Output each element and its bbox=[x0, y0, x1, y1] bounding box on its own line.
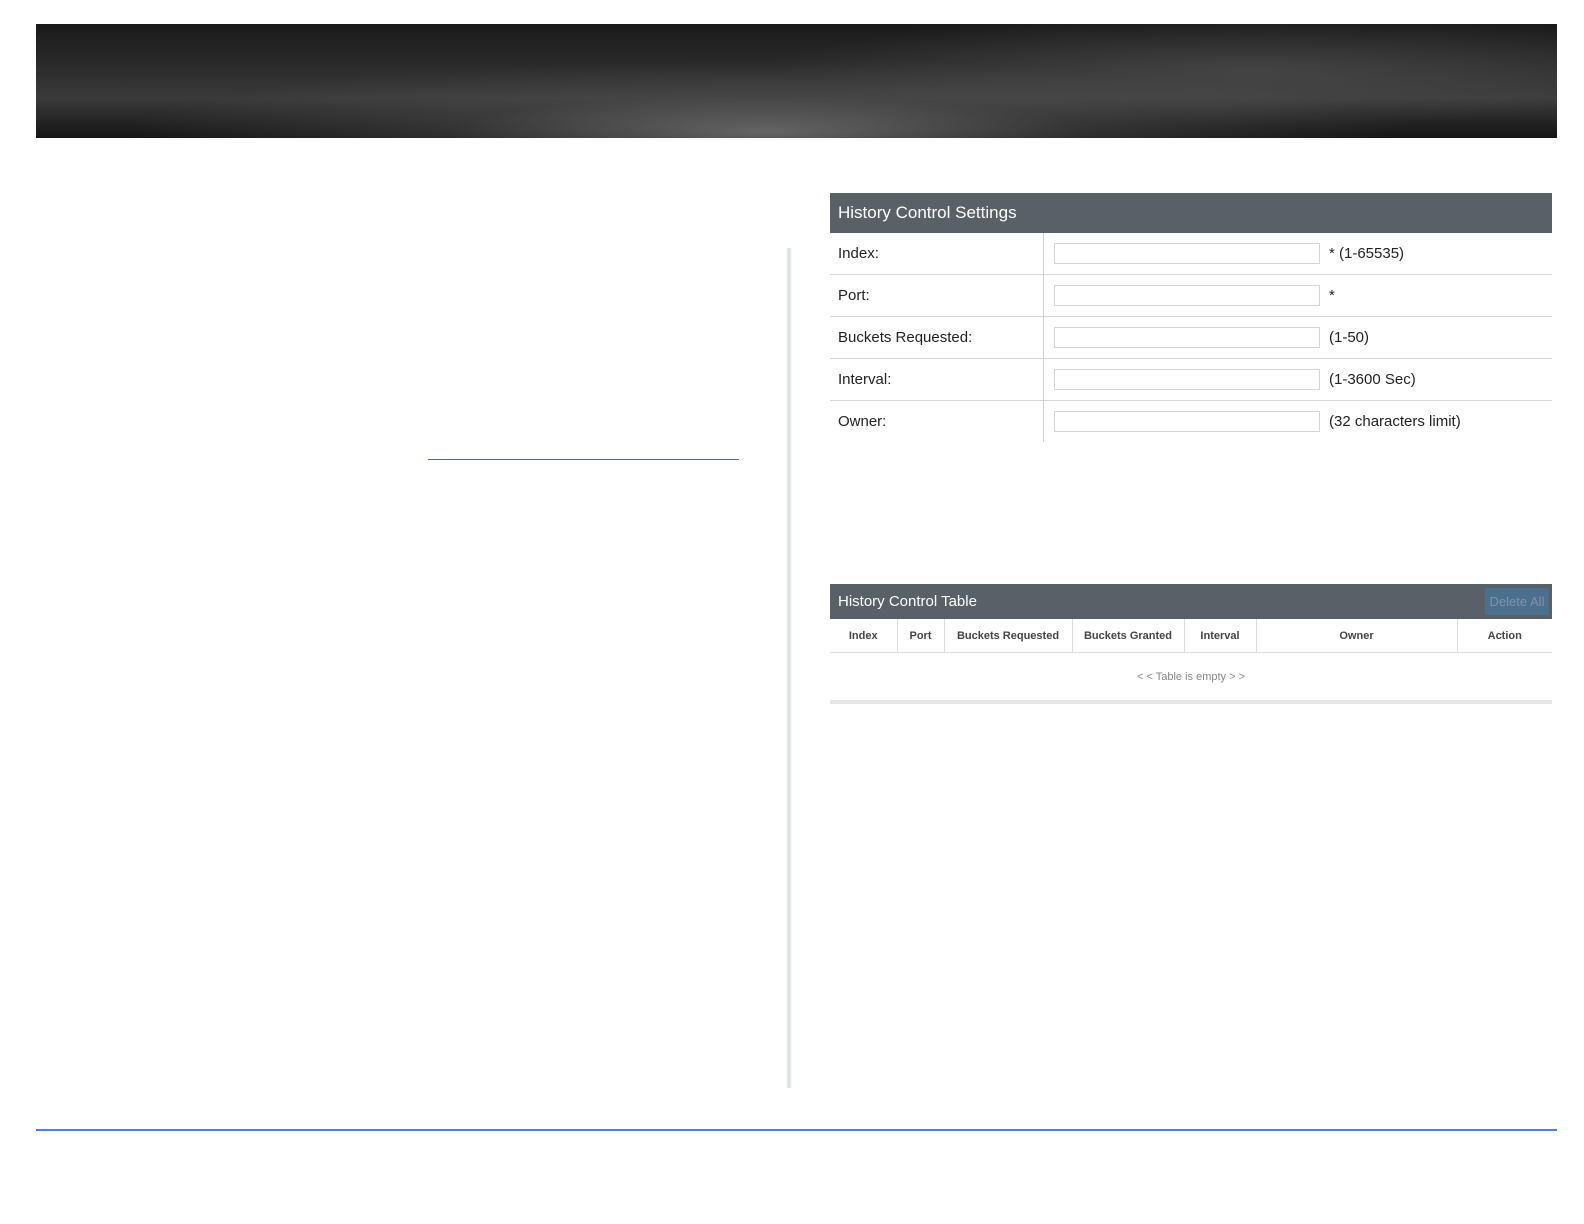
port-input[interactable] bbox=[1054, 285, 1320, 306]
index-hint: * (1-65535) bbox=[1329, 245, 1405, 262]
buckets-requested-label: Buckets Requested: bbox=[830, 317, 1044, 358]
port-row: Port: * bbox=[830, 275, 1552, 317]
history-control-settings-panel: History Control Settings Index: * (1-655… bbox=[830, 193, 1552, 442]
table-empty-message: < < Table is empty > > bbox=[830, 652, 1552, 704]
port-hint: * bbox=[1329, 287, 1335, 304]
delete-all-button[interactable]: Delete All bbox=[1485, 588, 1549, 615]
column-header-interval[interactable]: Interval bbox=[1184, 619, 1257, 653]
header-banner bbox=[36, 24, 1557, 138]
table-row: < < Table is empty > > bbox=[830, 652, 1552, 704]
history-control-table: Index Port Buckets Requested Buckets Gra… bbox=[830, 619, 1552, 704]
interval-row: Interval: (1-3600 Sec) bbox=[830, 359, 1552, 401]
link-underline[interactable] bbox=[428, 459, 739, 460]
column-header-buckets-requested[interactable]: Buckets Requested bbox=[944, 619, 1073, 653]
owner-label: Owner: bbox=[830, 401, 1044, 442]
index-label: Index: bbox=[830, 233, 1044, 274]
buckets-requested-input[interactable] bbox=[1054, 327, 1320, 348]
owner-hint: (32 characters limit) bbox=[1329, 413, 1461, 430]
owner-input[interactable] bbox=[1054, 411, 1320, 432]
table-header-row: Index Port Buckets Requested Buckets Gra… bbox=[830, 619, 1552, 653]
buckets-requested-row: Buckets Requested: (1-50) bbox=[830, 317, 1552, 359]
history-control-table-panel: History Control Table Delete All Index P… bbox=[830, 584, 1552, 704]
column-header-index[interactable]: Index bbox=[830, 619, 898, 653]
port-label: Port: bbox=[830, 275, 1044, 316]
index-input[interactable] bbox=[1054, 243, 1320, 264]
buckets-requested-hint: (1-50) bbox=[1329, 329, 1370, 346]
column-divider bbox=[786, 248, 792, 1088]
column-header-action: Action bbox=[1457, 619, 1552, 653]
table-panel-header: History Control Table Delete All bbox=[830, 584, 1552, 619]
interval-label: Interval: bbox=[830, 359, 1044, 400]
index-row: Index: * (1-65535) bbox=[830, 233, 1552, 275]
interval-hint: (1-3600 Sec) bbox=[1329, 371, 1416, 388]
column-header-owner[interactable]: Owner bbox=[1256, 619, 1458, 653]
column-header-port[interactable]: Port bbox=[897, 619, 945, 653]
settings-panel-title: History Control Settings bbox=[830, 193, 1552, 233]
interval-input[interactable] bbox=[1054, 369, 1320, 390]
table-panel-title: History Control Table bbox=[838, 593, 977, 610]
column-header-buckets-granted[interactable]: Buckets Granted bbox=[1072, 619, 1185, 653]
owner-row: Owner: (32 characters limit) bbox=[830, 401, 1552, 442]
footer-rule bbox=[36, 1129, 1557, 1131]
